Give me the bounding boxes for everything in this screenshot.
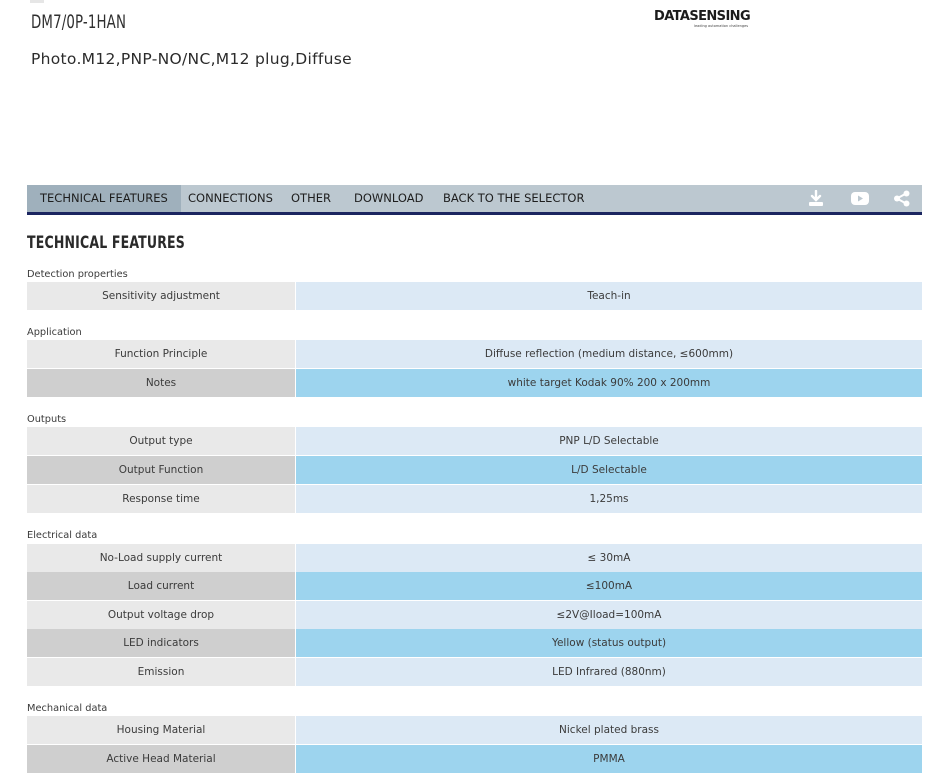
download-icon[interactable]	[807, 189, 825, 207]
row-value: Nickel plated brass	[296, 716, 922, 744]
row-key: Function Principle	[27, 340, 295, 368]
row-value: ≤2V@Iload=100mA	[296, 601, 922, 629]
group-label-detection-properties: Detection properties	[27, 269, 128, 280]
row-key: Housing Material	[27, 716, 295, 744]
group-label-electrical-data: Electrical data	[27, 530, 98, 541]
row-value: ≤100mA	[296, 572, 922, 600]
table-row: Output Function L/D Selectable	[27, 456, 922, 484]
group-label-outputs: Outputs	[27, 414, 67, 425]
row-key: Output Function	[27, 456, 295, 484]
table-row: Housing Material Nickel plated brass	[27, 716, 922, 744]
tab-other[interactable]: OTHER	[291, 185, 331, 212]
logo-tagline: leading automation challenges	[694, 24, 749, 28]
row-value: PNP L/D Selectable	[296, 427, 922, 455]
tab-bar: TECHNICAL FEATURES CONNECTIONS OTHER DOW…	[27, 185, 922, 215]
table-row: Function Principle Diffuse reflection (m…	[27, 340, 922, 368]
row-value: PMMA	[296, 745, 922, 773]
tab-download[interactable]: DOWNLOAD	[354, 185, 423, 212]
datasensing-logo: DATASENSING leading automation challenge…	[654, 9, 751, 34]
group-label-application: Application	[27, 327, 82, 338]
row-key: Emission	[27, 658, 295, 686]
row-key: Notes	[27, 369, 295, 397]
table-row: LED indicators Yellow (status output)	[27, 629, 922, 657]
row-key: Output voltage drop	[27, 601, 295, 629]
youtube-icon[interactable]	[850, 190, 870, 207]
tab-connections[interactable]: CONNECTIONS	[188, 185, 273, 212]
row-key: Sensitivity adjustment	[27, 282, 295, 310]
table-row: Output voltage drop ≤2V@Iload=100mA	[27, 601, 922, 629]
row-key: Response time	[27, 485, 295, 513]
row-value: Teach-in	[296, 282, 922, 310]
row-value: L/D Selectable	[296, 456, 922, 484]
table-row: Load current ≤100mA	[27, 572, 922, 600]
table-row: Output type PNP L/D Selectable	[27, 427, 922, 455]
product-code: DM7/0P-1HAN	[31, 11, 127, 33]
row-key: Output type	[27, 427, 295, 455]
row-value: Diffuse reflection (medium distance, ≤60…	[296, 340, 922, 368]
table-row: No-Load supply current ≤ 30mA	[27, 544, 922, 572]
row-key: LED indicators	[27, 629, 295, 657]
table-row: Active Head Material PMMA	[27, 745, 922, 773]
table-row: Emission LED Infrared (880nm)	[27, 658, 922, 686]
row-value: ≤ 30mA	[296, 544, 922, 572]
row-value: LED Infrared (880nm)	[296, 658, 922, 686]
section-heading: TECHNICAL FEATURES	[27, 233, 185, 253]
table-row: Response time 1,25ms	[27, 485, 922, 513]
row-key: No-Load supply current	[27, 544, 295, 572]
table-row: Sensitivity adjustment Teach-in	[27, 282, 922, 310]
group-label-mechanical-data: Mechanical data	[27, 703, 108, 714]
logo-text: DATASENSING	[654, 9, 751, 24]
product-subtitle: Photo.M12,PNP-NO/NC,M12 plug,Diffuse	[31, 50, 352, 68]
row-value: white target Kodak 90% 200 x 200mm	[296, 369, 922, 397]
tab-technical-features[interactable]: TECHNICAL FEATURES	[27, 185, 181, 212]
table-row: Notes white target Kodak 90% 200 x 200mm	[27, 369, 922, 397]
row-value: Yellow (status output)	[296, 629, 922, 657]
row-key: Load current	[27, 572, 295, 600]
share-icon[interactable]	[893, 190, 911, 207]
row-value: 1,25ms	[296, 485, 922, 513]
corner-mark	[30, 0, 44, 3]
tab-back-to-selector[interactable]: BACK TO THE SELECTOR	[443, 185, 584, 212]
row-key: Active Head Material	[27, 745, 295, 773]
